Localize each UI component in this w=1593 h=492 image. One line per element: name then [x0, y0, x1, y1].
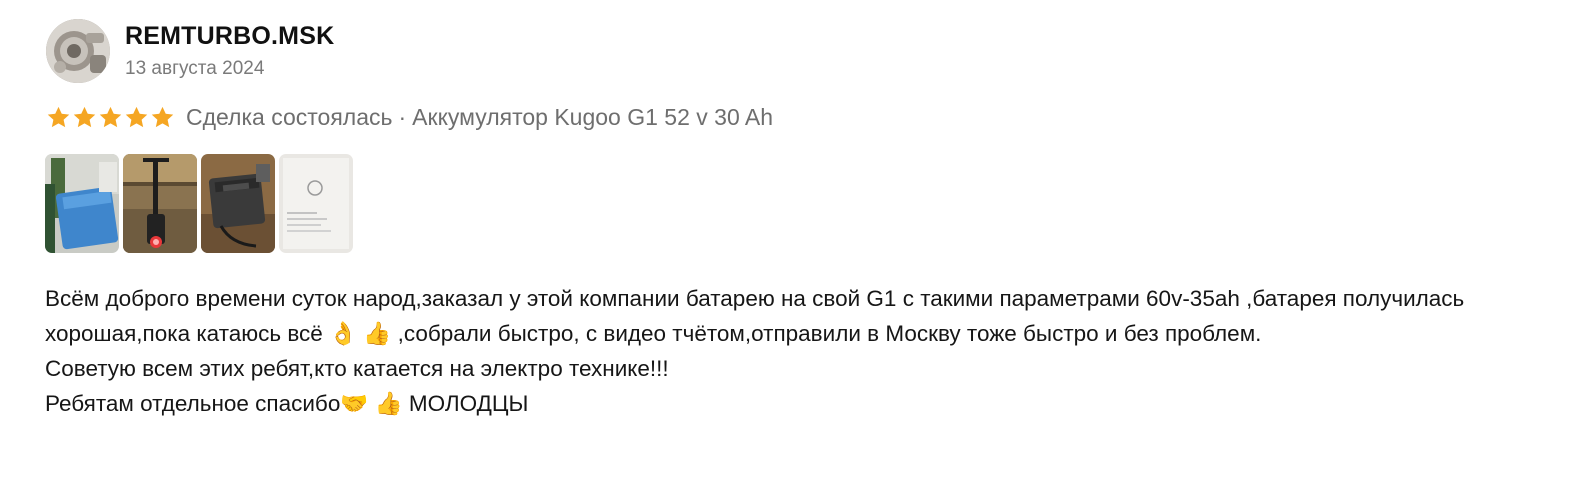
review-paragraph-2: Советую всем этих ребят,кто катается на …	[45, 356, 669, 381]
review-paragraph-3: Ребятам отдельное спасибо🤝 👍 МОЛОДЦЫ	[45, 391, 529, 416]
review-card: REMTURBO.MSK 13 августа 2024 Сделка сост…	[0, 0, 1593, 492]
turbo-avatar-image	[46, 19, 110, 83]
review-photo-charger[interactable]	[201, 154, 275, 253]
star-rating	[46, 105, 175, 130]
review-date: 13 августа 2024	[125, 58, 265, 79]
star-icon	[47, 106, 70, 127]
review-photo-document[interactable]	[279, 154, 353, 253]
star-icon	[125, 106, 148, 127]
battery-pack-image	[45, 154, 119, 253]
author-name[interactable]: REMTURBO.MSK	[125, 22, 334, 51]
review-paragraph-1: Всём доброго времени суток народ,заказал…	[45, 286, 1465, 346]
star-icon	[73, 106, 96, 127]
product-name[interactable]: Аккумулятор Kugoo G1 52 v 30 Ah	[412, 104, 773, 131]
deal-status: Сделка состоялась	[186, 103, 393, 130]
review-photo-battery-pack[interactable]	[45, 154, 119, 253]
rating-row: Сделка состоялась · Аккумулятор Kugoo G1…	[46, 102, 773, 132]
charger-image	[201, 154, 275, 253]
author-avatar[interactable]	[46, 19, 110, 83]
review-photos	[45, 154, 353, 253]
star-icon	[151, 106, 174, 127]
document-image	[279, 154, 353, 253]
separator-dot: ·	[398, 103, 407, 130]
star-icon	[99, 106, 122, 127]
scooter-image	[123, 154, 197, 253]
review-photo-scooter[interactable]	[123, 154, 197, 253]
review-text: Всём доброго времени суток народ,заказал…	[45, 281, 1555, 421]
